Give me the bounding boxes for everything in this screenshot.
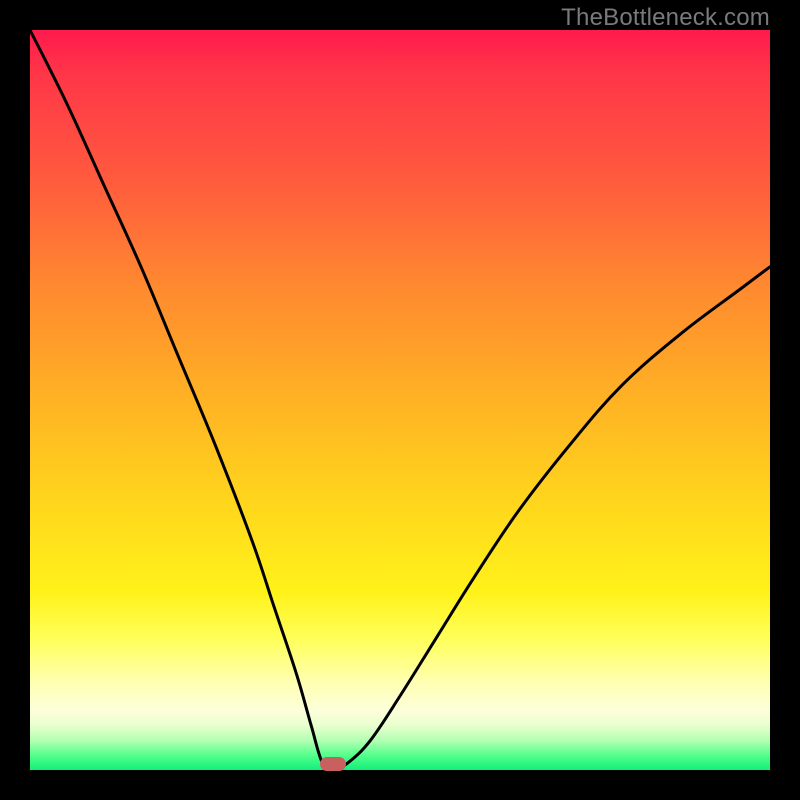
watermark-text: TheBottleneck.com xyxy=(561,4,770,32)
plot-area xyxy=(30,30,770,770)
optimal-marker xyxy=(320,757,346,771)
curve-svg xyxy=(30,30,770,770)
chart-frame: TheBottleneck.com xyxy=(0,0,800,800)
bottleneck-curve xyxy=(30,30,770,770)
